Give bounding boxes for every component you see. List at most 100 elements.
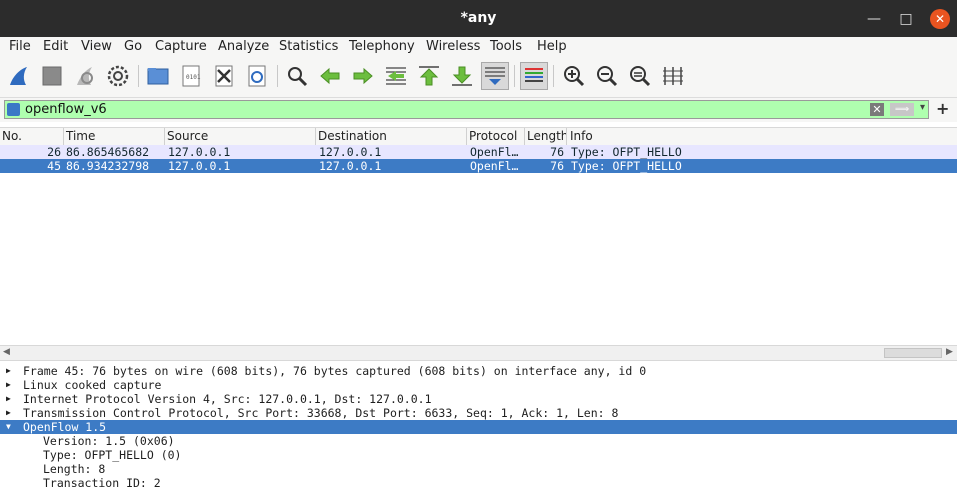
display-filter-input[interactable]: openflow_v6 ✕ ⟹ ▾ xyxy=(4,100,929,119)
first-packet-icon[interactable] xyxy=(416,63,442,89)
menu-capture[interactable]: Capture xyxy=(155,39,207,54)
column-divider[interactable] xyxy=(315,128,316,145)
column-divider[interactable] xyxy=(466,128,467,145)
menu-help[interactable]: Help xyxy=(537,39,567,54)
go-to-packet-icon[interactable] xyxy=(383,63,409,89)
packet-list[interactable]: 26 86.865465682 127.0.0.1 127.0.0.1 Open… xyxy=(0,145,957,345)
expand-arrow-icon[interactable]: ▶ xyxy=(6,364,11,378)
close-file-icon[interactable] xyxy=(211,63,237,89)
packet-no: 26 xyxy=(47,145,61,159)
scrollbar-thumb[interactable] xyxy=(884,348,942,358)
detail-text: Linux cooked capture xyxy=(23,378,162,392)
packet-length: 76 xyxy=(550,159,564,173)
toolbar-separator xyxy=(514,65,515,87)
packet-list-header: No. Time Source Destination Protocol Len… xyxy=(0,127,957,146)
toolbar-separator xyxy=(553,65,554,87)
packet-row[interactable]: 26 86.865465682 127.0.0.1 127.0.0.1 Open… xyxy=(0,145,957,159)
detail-row-tcp[interactable]: ▶ Transmission Control Protocol, Src Por… xyxy=(0,406,957,420)
expand-arrow-icon[interactable]: ▶ xyxy=(6,406,11,420)
detail-text: Version: 1.5 (0x06) xyxy=(43,434,175,448)
detail-text: Transaction ID: 2 xyxy=(43,476,161,490)
packet-source: 127.0.0.1 xyxy=(168,145,231,159)
close-window-icon[interactable]: ✕ xyxy=(930,9,950,29)
column-header-destination[interactable]: Destination xyxy=(318,129,387,143)
detail-subrow-version[interactable]: Version: 1.5 (0x06) xyxy=(0,434,957,448)
packet-details-pane[interactable]: ▶ Frame 45: 76 bytes on wire (608 bits),… xyxy=(0,364,957,503)
menu-telephony[interactable]: Telephony xyxy=(349,39,415,54)
column-header-time[interactable]: Time xyxy=(66,129,95,143)
column-header-info[interactable]: Info xyxy=(570,129,593,143)
toolbar-separator xyxy=(138,65,139,87)
expand-arrow-icon[interactable]: ▶ xyxy=(6,392,11,406)
detail-text: Transmission Control Protocol, Src Port:… xyxy=(23,406,619,420)
packet-protocol: OpenFl… xyxy=(470,159,519,173)
column-divider[interactable] xyxy=(566,128,567,145)
detail-row-linux-cooked[interactable]: ▶ Linux cooked capture xyxy=(0,378,957,392)
packet-list-scrollbar[interactable]: ◀ ▶ xyxy=(0,345,957,361)
menu-go[interactable]: Go xyxy=(124,39,142,54)
menu-file[interactable]: File xyxy=(9,39,31,54)
packet-time: 86.934232798 xyxy=(66,159,150,173)
find-icon[interactable] xyxy=(284,63,310,89)
menu-tools[interactable]: Tools xyxy=(490,39,522,54)
detail-row-openflow[interactable]: ▼ OpenFlow 1.5 xyxy=(0,420,957,434)
menu-wireless[interactable]: Wireless xyxy=(426,39,480,54)
detail-subrow-length[interactable]: Length: 8 xyxy=(0,462,957,476)
colorize-icon[interactable] xyxy=(520,62,548,90)
add-filter-button-icon[interactable]: + xyxy=(936,99,949,118)
maximize-icon[interactable]: □ xyxy=(896,9,916,29)
packet-info: Type: OFPT_HELLO xyxy=(571,145,682,159)
reload-icon[interactable] xyxy=(244,63,270,89)
main-toolbar: 0101 xyxy=(0,57,957,98)
filter-history-dropdown-icon[interactable]: ▾ xyxy=(920,102,925,113)
column-header-source[interactable]: Source xyxy=(167,129,208,143)
menu-bar: File Edit View Go Capture Analyze Statis… xyxy=(0,37,957,57)
menu-statistics[interactable]: Statistics xyxy=(279,39,338,54)
minimize-icon[interactable]: — xyxy=(864,9,884,29)
display-filter-text: openflow_v6 xyxy=(25,102,107,117)
go-forward-icon[interactable] xyxy=(350,63,376,89)
packet-no: 45 xyxy=(47,159,61,173)
packet-time: 86.865465682 xyxy=(66,145,150,159)
detail-row-frame[interactable]: ▶ Frame 45: 76 bytes on wire (608 bits),… xyxy=(0,364,957,378)
column-divider[interactable] xyxy=(63,128,64,145)
open-folder-icon[interactable] xyxy=(145,63,171,89)
apply-filter-icon[interactable]: ⟹ xyxy=(890,103,914,116)
save-file-icon[interactable]: 0101 xyxy=(178,63,204,89)
normal-size-icon[interactable] xyxy=(627,63,653,89)
packet-destination: 127.0.0.1 xyxy=(319,159,382,173)
detail-subrow-transaction-id[interactable]: Transaction ID: 2 xyxy=(0,476,957,490)
packet-destination: 127.0.0.1 xyxy=(319,145,382,159)
menu-view[interactable]: View xyxy=(81,39,112,54)
column-divider[interactable] xyxy=(524,128,525,145)
packet-info: Type: OFPT_HELLO xyxy=(571,159,682,173)
stop-icon[interactable] xyxy=(39,63,65,89)
shark-fin-start-icon[interactable] xyxy=(6,63,32,89)
column-divider[interactable] xyxy=(164,128,165,145)
resize-columns-icon[interactable] xyxy=(660,63,686,89)
packet-row-selected[interactable]: 45 86.934232798 127.0.0.1 127.0.0.1 Open… xyxy=(0,159,957,173)
column-header-protocol[interactable]: Protocol xyxy=(469,129,517,143)
last-packet-icon[interactable] xyxy=(449,63,475,89)
detail-text: Type: OFPT_HELLO (0) xyxy=(43,448,182,462)
restart-icon[interactable] xyxy=(72,63,98,89)
scroll-right-icon[interactable]: ▶ xyxy=(946,347,953,357)
zoom-out-icon[interactable] xyxy=(594,63,620,89)
expand-arrow-icon[interactable]: ▶ xyxy=(6,378,11,392)
detail-text: Length: 8 xyxy=(43,462,106,476)
collapse-arrow-icon[interactable]: ▼ xyxy=(6,420,11,434)
column-header-no[interactable]: No. xyxy=(2,129,22,143)
menu-analyze[interactable]: Analyze xyxy=(218,39,269,54)
menu-edit[interactable]: Edit xyxy=(43,39,68,54)
clear-filter-icon[interactable]: ✕ xyxy=(870,103,884,116)
bookmark-icon[interactable] xyxy=(7,103,20,116)
zoom-in-icon[interactable] xyxy=(561,63,587,89)
scroll-left-icon[interactable]: ◀ xyxy=(3,347,10,357)
packet-length: 76 xyxy=(550,145,564,159)
detail-subrow-type[interactable]: Type: OFPT_HELLO (0) xyxy=(0,448,957,462)
detail-row-ipv4[interactable]: ▶ Internet Protocol Version 4, Src: 127.… xyxy=(0,392,957,406)
column-header-length[interactable]: Length xyxy=(527,129,566,143)
go-back-icon[interactable] xyxy=(317,63,343,89)
autoscroll-icon[interactable] xyxy=(481,62,509,90)
options-gear-icon[interactable] xyxy=(105,63,131,89)
